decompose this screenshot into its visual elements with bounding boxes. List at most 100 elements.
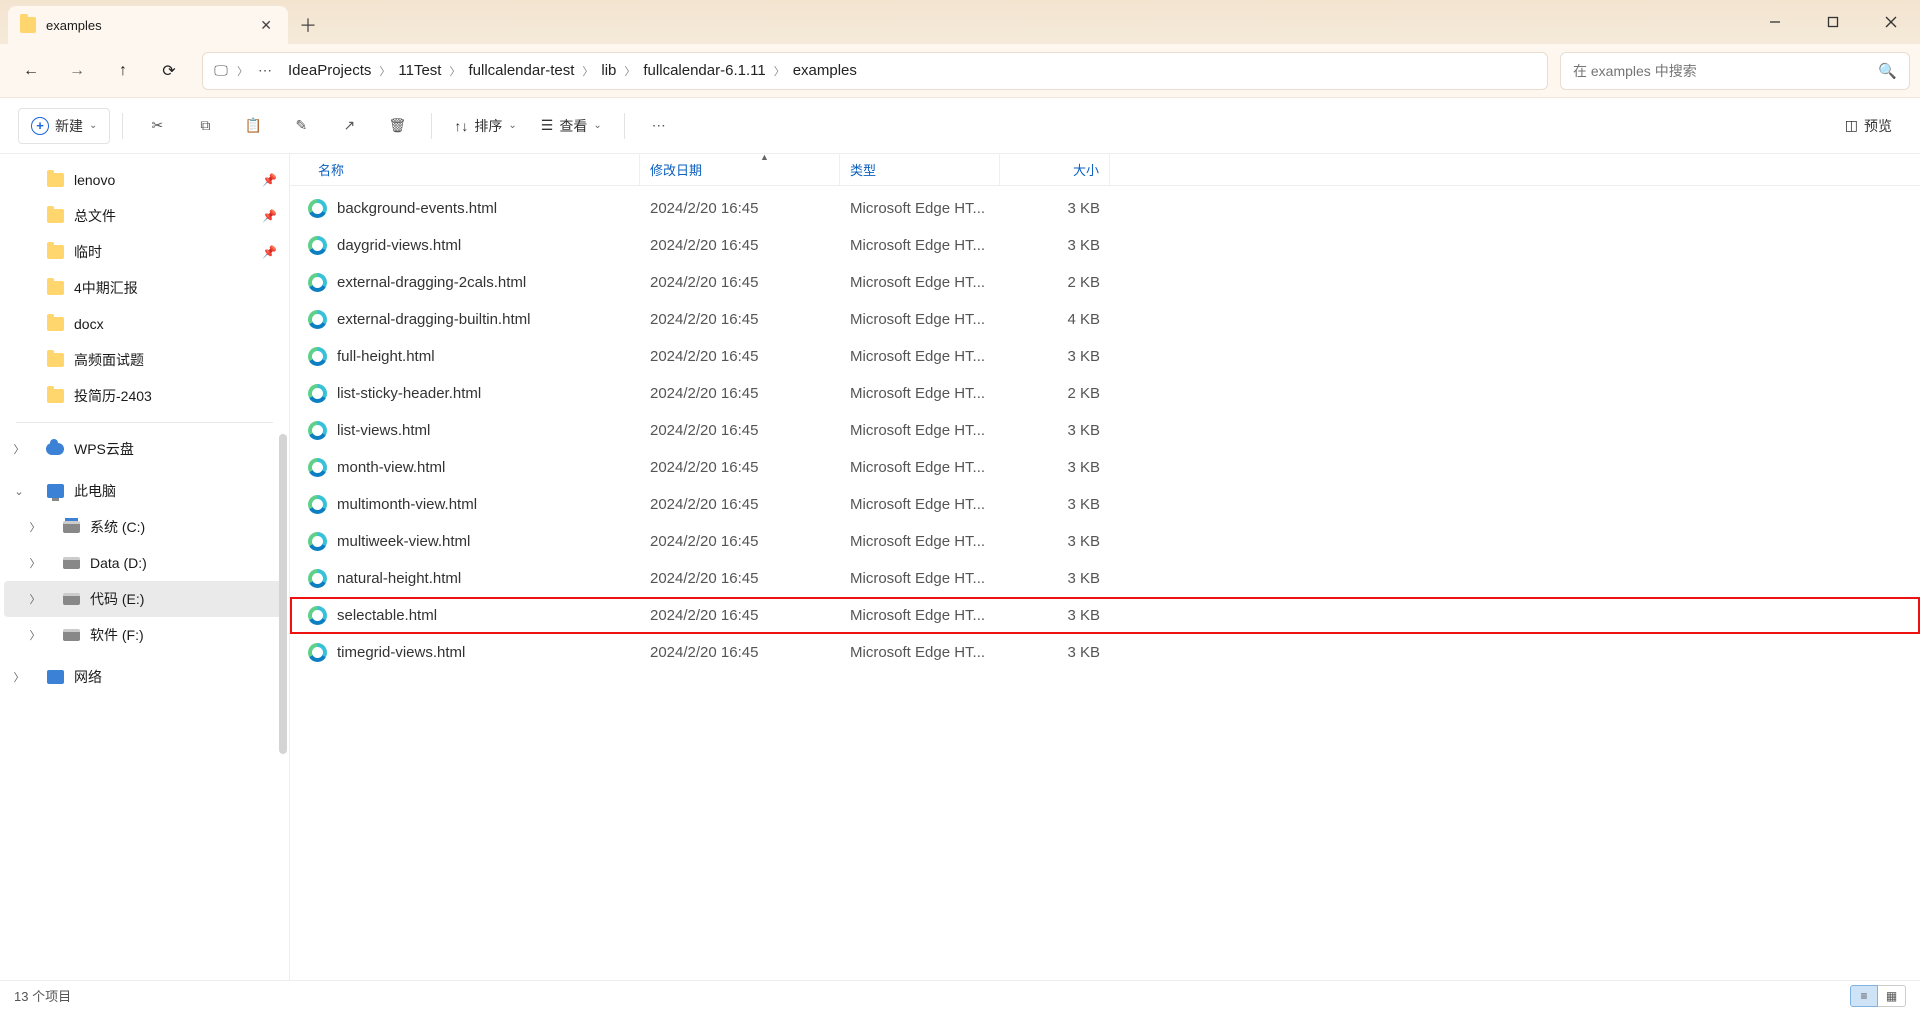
file-row[interactable]: multiweek-view.html2024/2/20 16:45Micros…	[290, 523, 1920, 560]
details-view-button[interactable]: ≡	[1850, 985, 1878, 1007]
file-type-cell: Microsoft Edge HT...	[840, 644, 1000, 661]
sidebar-label: 系统 (C:)	[90, 517, 145, 537]
rename-button[interactable]: ✎	[279, 108, 323, 144]
cloud-icon	[46, 440, 64, 458]
file-row[interactable]: list-views.html2024/2/20 16:45Microsoft …	[290, 412, 1920, 449]
sidebar-item-network[interactable]: 〉 网络	[4, 659, 285, 695]
file-type-cell: Microsoft Edge HT...	[840, 237, 1000, 254]
file-row[interactable]: timegrid-views.html2024/2/20 16:45Micros…	[290, 634, 1920, 671]
close-tab-button[interactable]: ✕	[256, 17, 276, 34]
grid-view-button[interactable]: ▦	[1878, 985, 1906, 1007]
share-button[interactable]: ↗	[327, 108, 371, 144]
main-area: lenovo📌总文件📌临时📌4中期汇报 docx 高频面试题投简历-2403 〉 W…	[0, 154, 1920, 980]
minimize-button[interactable]	[1746, 0, 1804, 44]
sidebar-item-drive[interactable]: 〉 系统 (C:)	[4, 509, 285, 545]
file-row[interactable]: external-dragging-builtin.html2024/2/20 …	[290, 301, 1920, 338]
file-row[interactable]: external-dragging-2cals.html2024/2/20 16…	[290, 264, 1920, 301]
sidebar-item-cloud[interactable]: 〉 WPS云盘	[4, 431, 285, 467]
sidebar-item-folder[interactable]: 4中期汇报	[4, 270, 285, 306]
file-row[interactable]: selectable.html2024/2/20 16:45Microsoft …	[290, 597, 1920, 634]
sort-indicator-icon: ▲	[760, 152, 769, 162]
sidebar-item-folder[interactable]: 投简历-2403	[4, 378, 285, 414]
pin-icon: 📌	[262, 173, 277, 187]
edge-icon	[308, 347, 327, 366]
file-date-cell: 2024/2/20 16:45	[640, 348, 840, 365]
breadcrumb-item[interactable]: IdeaProjects	[282, 58, 377, 83]
paste-button[interactable]: 📋	[231, 108, 275, 144]
column-type[interactable]: 类型	[840, 154, 1000, 185]
file-name: full-height.html	[337, 348, 435, 365]
file-name-cell: full-height.html	[290, 347, 640, 366]
search-box[interactable]: 🔍	[1560, 52, 1910, 90]
file-size-cell: 3 KB	[1000, 422, 1110, 439]
chevron-down-icon[interactable]: ⌄	[10, 485, 28, 498]
file-row[interactable]: background-events.html2024/2/20 16:45Mic…	[290, 190, 1920, 227]
breadcrumb-item[interactable]: 11Test	[392, 58, 447, 83]
file-name: external-dragging-2cals.html	[337, 274, 526, 291]
sidebar-item-drive[interactable]: 〉Data (D:)	[4, 545, 285, 581]
back-button[interactable]: ←	[10, 53, 52, 89]
cut-button[interactable]: ✂	[135, 108, 179, 144]
new-tab-button[interactable]: ＋	[288, 6, 328, 44]
sidebar-item-folder[interactable]: docx	[4, 306, 285, 342]
scrollbar[interactable]	[279, 434, 287, 754]
breadcrumb-item[interactable]: lib	[595, 58, 622, 83]
breadcrumb-item[interactable]: fullcalendar-6.1.11	[637, 58, 771, 83]
chevron-right-icon[interactable]: 〉	[10, 441, 28, 457]
chevron-down-icon: ⌄	[508, 120, 516, 131]
refresh-button[interactable]: ⟳	[148, 53, 190, 89]
sidebar-item-this-pc[interactable]: ⌄ 此电脑	[4, 473, 285, 509]
close-window-button[interactable]	[1862, 0, 1920, 44]
window-tab[interactable]: examples ✕	[8, 6, 288, 44]
file-row[interactable]: daygrid-views.html2024/2/20 16:45Microso…	[290, 227, 1920, 264]
chevron-right-icon[interactable]: 〉	[26, 519, 44, 535]
breadcrumb-item[interactable]: examples	[787, 58, 863, 83]
view-button[interactable]: ☰ 查看 ⌄	[531, 108, 612, 144]
file-date-cell: 2024/2/20 16:45	[640, 385, 840, 402]
up-button[interactable]: ↑	[102, 53, 144, 89]
chevron-right-icon[interactable]: 〉	[10, 669, 28, 685]
sidebar-item-folder[interactable]: lenovo📌	[4, 162, 285, 198]
breadcrumb-item[interactable]: fullcalendar-test	[462, 58, 580, 83]
chevron-right-icon[interactable]: 〉	[26, 627, 44, 643]
breadcrumb-bar[interactable]: 🖵 〉 ⋯ IdeaProjects〉11Test〉fullcalendar-t…	[202, 52, 1548, 90]
sidebar-label: docx	[74, 316, 104, 332]
column-size[interactable]: 大小	[1000, 154, 1110, 185]
file-row[interactable]: multimonth-view.html2024/2/20 16:45Micro…	[290, 486, 1920, 523]
pin-icon: 📌	[262, 245, 277, 259]
sidebar-item-drive[interactable]: 〉代码 (E:)	[4, 581, 285, 617]
new-button[interactable]: + 新建 ⌄	[18, 108, 110, 144]
file-row[interactable]: list-sticky-header.html2024/2/20 16:45Mi…	[290, 375, 1920, 412]
preview-button[interactable]: ◫ 预览	[1835, 108, 1902, 144]
folder-icon	[20, 17, 36, 33]
delete-button[interactable]: 🗑	[375, 108, 419, 144]
drive-icon	[62, 518, 80, 536]
edge-icon	[308, 384, 327, 403]
file-row[interactable]: month-view.html2024/2/20 16:45Microsoft …	[290, 449, 1920, 486]
breadcrumb-overflow[interactable]: ⋯	[254, 62, 278, 79]
forward-button[interactable]: →	[56, 53, 98, 89]
file-row[interactable]: full-height.html2024/2/20 16:45Microsoft…	[290, 338, 1920, 375]
sidebar-item-drive[interactable]: 〉软件 (F:)	[4, 617, 285, 653]
sidebar-item-folder[interactable]: 临时📌	[4, 234, 285, 270]
file-row[interactable]: natural-height.html2024/2/20 16:45Micros…	[290, 560, 1920, 597]
chevron-right-icon[interactable]: 〉	[26, 591, 44, 607]
more-button[interactable]: ⋯	[637, 108, 681, 144]
maximize-button[interactable]	[1804, 0, 1862, 44]
sidebar-label: 此电脑	[74, 481, 116, 501]
edge-icon	[308, 458, 327, 477]
edge-icon	[308, 273, 327, 292]
file-name-cell: selectable.html	[290, 606, 640, 625]
copy-button[interactable]: ⧉	[183, 108, 227, 144]
column-name[interactable]: 名称	[290, 154, 640, 185]
search-input[interactable]	[1573, 63, 1878, 79]
sidebar-item-folder[interactable]: 总文件📌	[4, 198, 285, 234]
file-list[interactable]: background-events.html2024/2/20 16:45Mic…	[290, 186, 1920, 980]
sidebar-label: 高频面试题	[74, 350, 144, 370]
column-date[interactable]: 修改日期	[640, 154, 840, 185]
sidebar-item-folder[interactable]: 高频面试题	[4, 342, 285, 378]
chevron-right-icon[interactable]: 〉	[26, 555, 44, 571]
sort-button[interactable]: ↑↓ 排序 ⌄	[444, 108, 526, 144]
sidebar-label: 网络	[74, 667, 102, 687]
file-name: daygrid-views.html	[337, 237, 461, 254]
